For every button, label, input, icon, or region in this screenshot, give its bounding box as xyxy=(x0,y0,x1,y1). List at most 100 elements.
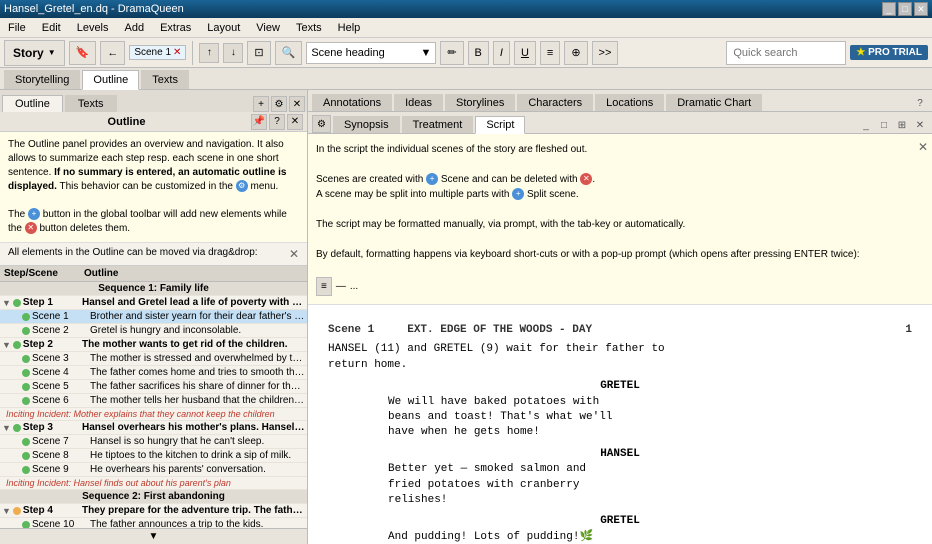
right-panel-body: ⚙ Synopsis Treatment Script _ □ ⊞ ✕ ✕ In… xyxy=(308,112,932,544)
left-panel-add-btn[interactable]: + xyxy=(253,96,269,112)
left-tab-outline[interactable]: Outline xyxy=(2,95,63,113)
scene-heading-ext: EXT. EDGE OF THE WOODS - DAY xyxy=(407,324,592,336)
gear-icon-btn[interactable]: ⚙ xyxy=(312,115,331,133)
arrow-left-btn[interactable]: ← xyxy=(100,41,125,65)
scene-10-row[interactable]: Scene 10 The father announces a trip to … xyxy=(0,518,307,528)
outline-pin-btn[interactable]: 📌 xyxy=(251,114,267,130)
sequence-1[interactable]: Sequence 1: Family life xyxy=(0,282,307,296)
nav-up-btn[interactable]: ↑ xyxy=(199,43,219,63)
menu-view[interactable]: View xyxy=(252,20,284,36)
zoom-fit-btn[interactable]: ⊡ xyxy=(247,41,270,65)
step-1-row[interactable]: ▼ Step 1 Hansel and Gretel lead a life o… xyxy=(0,296,307,310)
scene-3-row[interactable]: Scene 3 The mother is stressed and overw… xyxy=(0,352,307,366)
toolbar-sep-1 xyxy=(192,41,193,65)
scene-tag-close[interactable]: ✕ xyxy=(173,47,181,58)
scene4-text: The father comes home and tries to smoot… xyxy=(90,367,305,378)
italic-btn[interactable]: I xyxy=(493,41,510,65)
bookmark-btn[interactable]: 🔖 xyxy=(69,41,97,65)
close-btn[interactable]: ✕ xyxy=(914,2,928,16)
script-tab-treatment[interactable]: Treatment xyxy=(402,116,474,133)
help-btn[interactable]: ? xyxy=(912,95,928,111)
scene-6-row[interactable]: Scene 6 The mother tells her husband tha… xyxy=(0,394,307,408)
tab-outline[interactable]: Outline xyxy=(82,70,139,90)
menu-levels[interactable]: Levels xyxy=(73,20,113,36)
story-dropdown-icon: ▼ xyxy=(48,48,56,57)
drag-info-close[interactable]: ✕ xyxy=(289,247,299,261)
outline-scroll: Sequence 1: Family life ▼ Step 1 Hansel … xyxy=(0,282,307,528)
outline-close-btn[interactable]: ✕ xyxy=(287,114,303,130)
right-tab-ideas[interactable]: Ideas xyxy=(394,94,443,111)
tab-texts[interactable]: Texts xyxy=(141,70,189,89)
inciting-2-row: Inciting Incident: Hansel finds out abou… xyxy=(0,477,307,490)
left-panel-toolbar: Outline 📌 ? ✕ xyxy=(0,112,307,132)
scene-tag[interactable]: Scene 1 ✕ xyxy=(129,45,186,60)
info-line3: This behavior can be customized in the xyxy=(60,181,236,192)
story-label: Story xyxy=(13,46,44,60)
menu-file[interactable]: File xyxy=(4,20,30,36)
script-minimize-btn[interactable]: _ xyxy=(858,117,874,133)
left-panel-config-btn[interactable]: ⚙ xyxy=(271,96,287,112)
scene-4-row[interactable]: Scene 4 The father comes home and tries … xyxy=(0,366,307,380)
menu-edit[interactable]: Edit xyxy=(38,20,65,36)
right-tab-characters[interactable]: Characters xyxy=(517,94,593,111)
scene-7-row[interactable]: Scene 7 Hansel is so hungry that he can'… xyxy=(0,435,307,449)
story-button[interactable]: Story ▼ xyxy=(4,40,65,66)
help-panel-close[interactable]: ✕ xyxy=(918,138,928,156)
right-tab-locations[interactable]: Locations xyxy=(595,94,664,111)
nav-down-btn[interactable]: ↓ xyxy=(223,43,243,63)
bold-btn[interactable]: B xyxy=(468,41,489,65)
left-panel-tabs: Outline Texts + ⚙ ✕ xyxy=(0,90,307,112)
step-3-row[interactable]: ▼ Step 3 Hansel overhears his mother's p… xyxy=(0,421,307,435)
underline-btn[interactable]: U xyxy=(514,41,536,65)
menu-extras[interactable]: Extras xyxy=(156,20,195,36)
align-btn[interactable]: ≡ xyxy=(540,41,560,65)
pencil-btn[interactable]: ✏ xyxy=(440,41,463,65)
dialogue-gretel-2: And pudding! Lots of pudding!🌿Vanilla an… xyxy=(388,530,852,544)
left-panel-icons: + ⚙ ✕ xyxy=(253,96,305,112)
more-btn[interactable]: >> xyxy=(592,41,619,65)
left-panel-close-btn[interactable]: ✕ xyxy=(289,96,305,112)
script-tab-synopsis[interactable]: Synopsis xyxy=(333,116,400,133)
insert-btn[interactable]: ⊕ xyxy=(564,41,587,65)
scene-heading-text: Scene 1 xyxy=(328,324,401,336)
format-dropdown[interactable]: Scene heading ▼ xyxy=(306,42,436,64)
script-close-btn[interactable]: ✕ xyxy=(912,117,928,133)
step-4-row[interactable]: ▼ Step 4 They prepare for the adventure … xyxy=(0,504,307,518)
menu-layout[interactable]: Layout xyxy=(203,20,244,36)
scene-1-row[interactable]: Scene 1 Brother and sister yearn for the… xyxy=(0,310,307,324)
right-tab-storylines[interactable]: Storylines xyxy=(445,94,515,111)
right-tab-dramatic-chart[interactable]: Dramatic Chart xyxy=(666,94,762,111)
script-tab-script[interactable]: Script xyxy=(475,116,525,134)
scene2-dot xyxy=(22,327,30,335)
scene7-dot xyxy=(22,438,30,446)
help-line1: In the script the individual scenes of t… xyxy=(316,142,924,157)
scroll-down-arrow[interactable]: ▼ xyxy=(149,531,159,542)
tab-storytelling[interactable]: Storytelling xyxy=(4,70,80,89)
script-panel[interactable]: Scene 1 EXT. EDGE OF THE WOODS - DAY 1 H… xyxy=(308,305,932,544)
scene-2-row[interactable]: Scene 2 Gretel is hungry and inconsolabl… xyxy=(0,324,307,338)
sequence-2[interactable]: Sequence 2: First abandoning xyxy=(0,490,307,504)
scene-9-row[interactable]: Scene 9 He overhears his parents' conver… xyxy=(0,463,307,477)
character-hansel-1: HANSEL xyxy=(328,447,912,462)
step1-dot xyxy=(13,299,21,307)
script-expand-btn[interactable]: □ xyxy=(876,117,892,133)
outline-panel-title: Outline xyxy=(4,116,249,128)
maximize-btn[interactable]: □ xyxy=(898,2,912,16)
menu-help[interactable]: Help xyxy=(334,20,365,36)
right-tab-annotations[interactable]: Annotations xyxy=(312,94,392,111)
search-input[interactable] xyxy=(726,41,846,65)
zoom-btn[interactable]: 🔍 xyxy=(275,41,303,65)
outline-help-btn[interactable]: ? xyxy=(269,114,285,130)
step1-text: Hansel and Gretel lead a life of poverty… xyxy=(82,297,305,308)
minimize-btn[interactable]: _ xyxy=(882,2,896,16)
config-inline-icon: ⚙ xyxy=(236,180,248,192)
scene-5-row[interactable]: Scene 5 The father sacrifices his share … xyxy=(0,380,307,394)
menu-texts[interactable]: Texts xyxy=(292,20,326,36)
scene-8-row[interactable]: Scene 8 He tiptoes to the kitchen to dri… xyxy=(0,449,307,463)
step-2-row[interactable]: ▼ Step 2 The mother wants to get rid of … xyxy=(0,338,307,352)
script-dock-btn[interactable]: ⊞ xyxy=(894,117,910,133)
menu-add[interactable]: Add xyxy=(121,20,149,36)
scene8-dot xyxy=(22,452,30,460)
left-tab-texts[interactable]: Texts xyxy=(65,95,117,112)
step3-label: Step 3 xyxy=(23,422,53,433)
